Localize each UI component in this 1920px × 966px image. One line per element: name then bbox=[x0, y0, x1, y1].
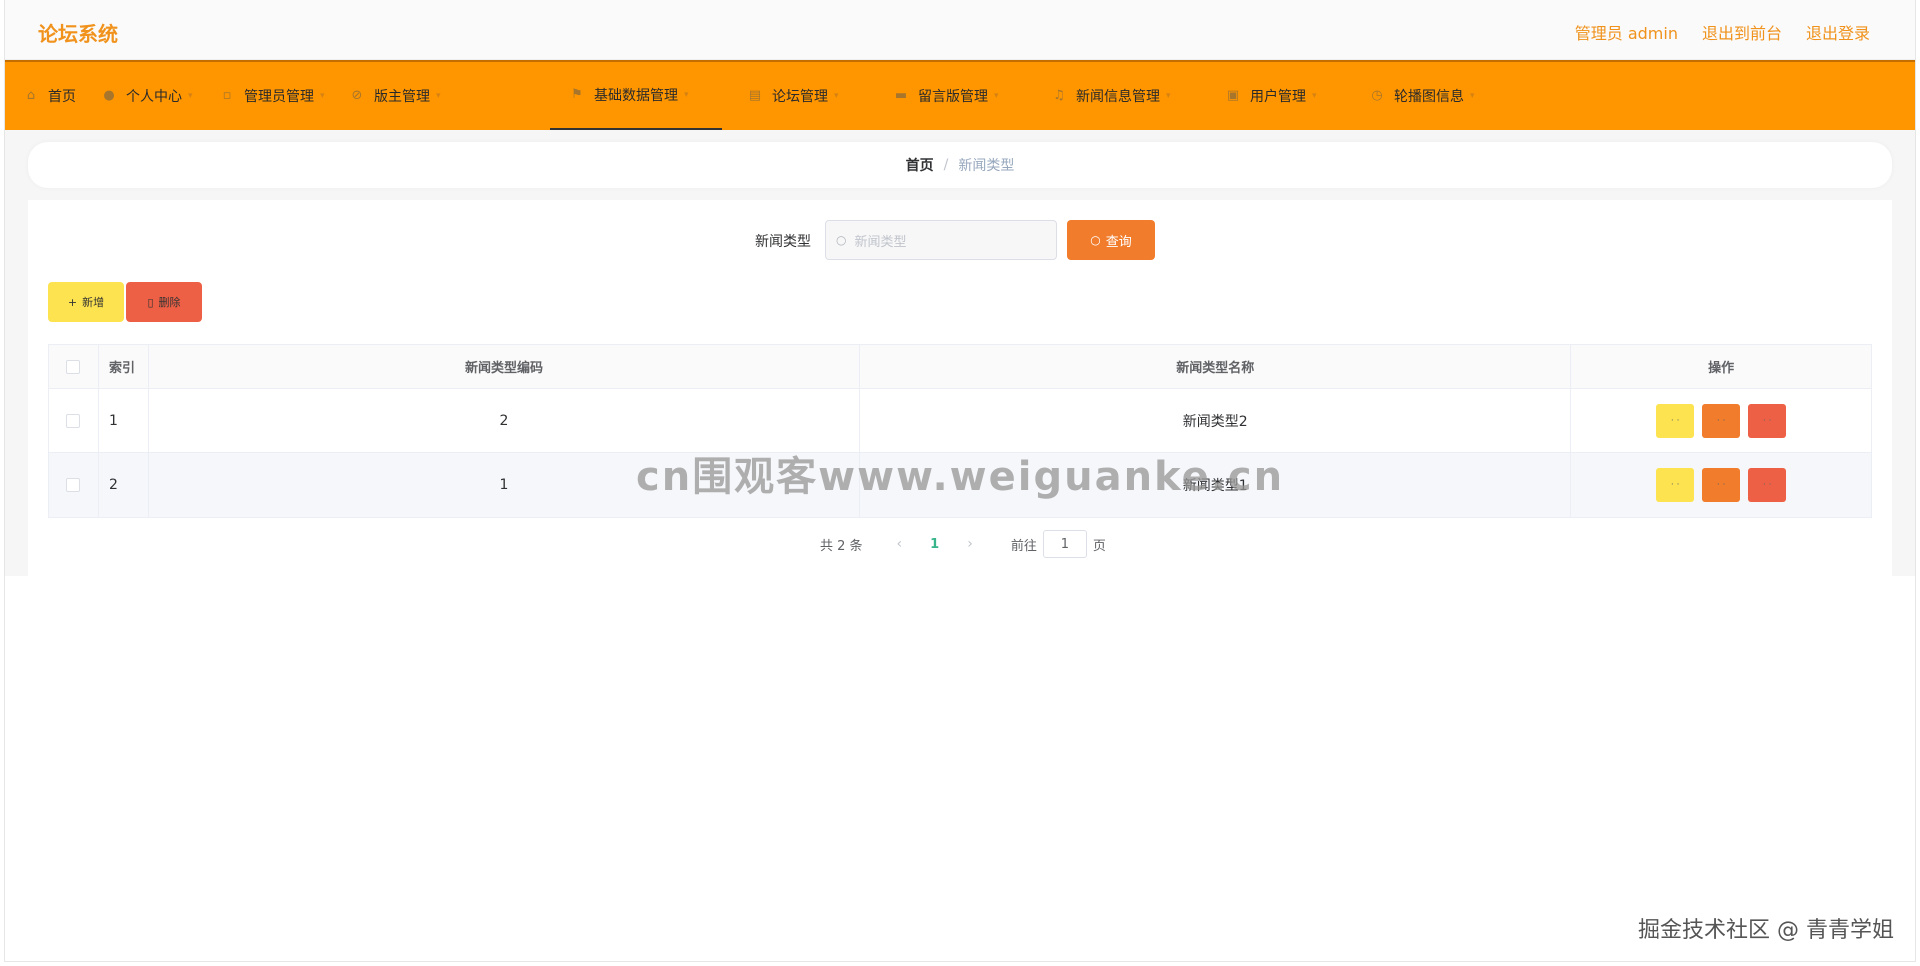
window-frame bbox=[4, 0, 1916, 962]
